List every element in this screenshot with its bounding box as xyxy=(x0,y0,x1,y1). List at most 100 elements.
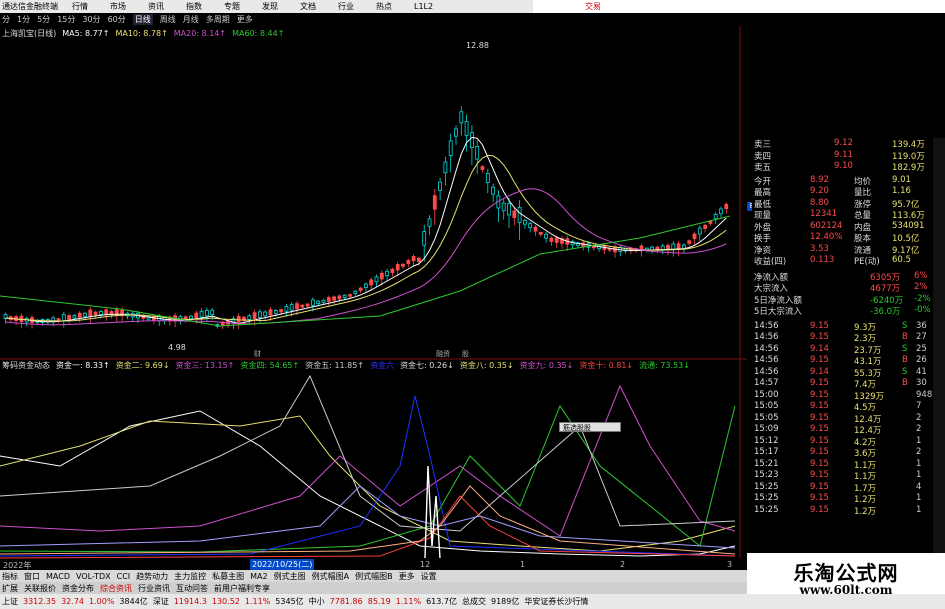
subtab-news[interactable]: 综合资讯 xyxy=(100,583,132,594)
indicator-name[interactable]: 筹码资金动态 xyxy=(2,360,50,371)
tab-test-main[interactable]: 例式主图 xyxy=(274,571,306,582)
tick-row: 15:09 9.15 12.4万 2 xyxy=(752,424,932,436)
candle-body xyxy=(93,311,98,316)
tick-price: 9.15 xyxy=(810,378,829,388)
tab-indicator[interactable]: 指标 xyxy=(2,571,18,582)
subtab-related[interactable]: 关联报价 xyxy=(24,583,56,594)
ask-label: 卖四 xyxy=(754,151,772,162)
candle-body xyxy=(236,315,241,323)
fund9: 资金九: 0.35↓ xyxy=(519,361,574,370)
candle-body xyxy=(305,303,310,307)
tab-vol[interactable]: VOL-TDX xyxy=(76,572,111,581)
subtab-qa[interactable]: 互动问答 xyxy=(176,583,208,594)
index-name[interactable]: 上证 xyxy=(2,596,18,607)
index-name[interactable]: 深证 xyxy=(153,596,169,607)
menu-news[interactable]: 资讯 xyxy=(148,1,164,12)
period-60min[interactable]: 60分 xyxy=(108,14,126,25)
date-m1: 1 xyxy=(520,560,526,569)
tick-price: 9.15 xyxy=(810,447,829,457)
candle-body xyxy=(443,161,448,174)
candlesticks xyxy=(3,106,729,330)
period-multi[interactable]: 多周期 xyxy=(206,14,230,25)
menu-quotes[interactable]: 行情 xyxy=(72,1,88,12)
subtab-industry-news[interactable]: 行业资讯 xyxy=(138,583,170,594)
index-name[interactable]: 中小 xyxy=(309,596,325,607)
indicator-legend: 筹码资金动态 资金一: 8.33↑ 资金二: 9.69↓ 资金三: 13.15↑… xyxy=(2,360,690,371)
main-chart-legend: 上海凯宝(日线) MA5: 8.77↑ MA10: 8.78↑ MA20: 8.… xyxy=(2,28,284,39)
tab-ma2[interactable]: MA2 xyxy=(250,572,267,581)
tick-count: 1 xyxy=(916,470,922,480)
period-1min[interactable]: 1分 xyxy=(17,14,30,25)
period-30min[interactable]: 30分 xyxy=(82,14,100,25)
tick-volume: 7.4万 xyxy=(854,380,877,390)
candle-body xyxy=(475,145,480,160)
index-chg: 85.19 xyxy=(367,597,391,606)
tick-volume: 1.2万 xyxy=(854,495,877,505)
event-marker-3[interactable]: 股 xyxy=(462,350,469,358)
menu-hot[interactable]: 热点 xyxy=(376,1,392,12)
candle-body xyxy=(210,309,215,316)
tab-private[interactable]: 私募主图 xyxy=(212,571,244,582)
period-tick[interactable]: 分 xyxy=(2,14,10,25)
period-monthly[interactable]: 月线 xyxy=(183,14,199,25)
period-5min[interactable]: 5分 xyxy=(37,14,50,25)
tick-volume: 4.5万 xyxy=(854,403,877,413)
tab-test-a[interactable]: 例式幅图A xyxy=(312,571,349,582)
tick-count: 2 xyxy=(916,424,922,434)
event-marker-2[interactable]: 融资 xyxy=(436,349,450,358)
candle-body xyxy=(713,213,718,220)
stat-label: 最高 xyxy=(754,188,772,198)
kline-chart-area[interactable]: 10.009.509.008.508.007.507.006.506.005.5… xyxy=(0,26,747,574)
subtab-extend[interactable]: 扩展 xyxy=(2,583,18,594)
candle-body xyxy=(687,240,692,244)
tick-volume: 4.2万 xyxy=(854,437,877,448)
menu-industry[interactable]: 行业 xyxy=(338,1,354,12)
tick-count: 36 xyxy=(916,320,927,331)
tab-cci[interactable]: CCI xyxy=(117,572,131,581)
menu-market[interactable]: 市场 xyxy=(110,1,126,12)
stat-label: 现量 xyxy=(754,211,772,221)
candle-body xyxy=(257,311,262,318)
event-marker-1[interactable]: 财 xyxy=(254,349,261,358)
flow-pct: -2% xyxy=(914,293,931,304)
tick-price: 9.15 xyxy=(810,332,829,342)
candle-body xyxy=(199,310,204,318)
tick-side: S xyxy=(902,366,908,377)
period-15min[interactable]: 15分 xyxy=(57,14,75,25)
subtab-welfare[interactable]: 前用户福利专享 xyxy=(214,583,270,594)
tab-macd[interactable]: MACD xyxy=(46,572,70,581)
menu-docs[interactable]: 文档 xyxy=(300,1,316,12)
menu-discover[interactable]: 发现 xyxy=(262,1,278,12)
candle-body xyxy=(517,207,522,223)
period-more[interactable]: 更多 xyxy=(237,14,253,25)
menu-l1l2[interactable]: L1L2 xyxy=(414,2,433,11)
candle-body xyxy=(310,299,315,306)
tick-row: 14:56 9.15 43.1万 B 26 xyxy=(752,355,932,367)
tick-row: 15:17 9.15 3.6万 2 xyxy=(752,447,932,459)
period-weekly[interactable]: 周线 xyxy=(160,14,176,25)
ask-row: 卖五 9.10 182.9万 xyxy=(752,161,932,173)
tick-price: 9.15 xyxy=(810,504,829,515)
period-daily[interactable]: 日线 xyxy=(132,14,153,25)
tick-time: 15:25 xyxy=(754,493,779,503)
tab-test-b[interactable]: 例式幅图B xyxy=(355,571,393,582)
indicator-line xyxy=(0,384,736,537)
tab-window[interactable]: 窗口 xyxy=(24,571,40,582)
index-chg: 130.52 xyxy=(211,597,240,606)
tab-main-monitor[interactable]: 主力监控 xyxy=(174,571,206,582)
date-highlight: 2022/10/25(二) xyxy=(250,559,315,570)
flow-value: -6240万 xyxy=(870,295,904,306)
fund8: 资金八: 0.35↓ xyxy=(459,361,514,370)
stat-value: 95.7亿 xyxy=(892,199,920,210)
menu-topics[interactable]: 专题 xyxy=(224,1,240,12)
tab-more[interactable]: 更多 xyxy=(399,571,415,582)
subtab-fund-dist[interactable]: 资金分布 xyxy=(62,583,94,594)
stock-picker-popup[interactable]: 筋选股股 xyxy=(559,422,621,432)
trade-button[interactable]: 交易 xyxy=(585,1,601,12)
tab-trend[interactable]: 趋势动力 xyxy=(136,571,168,582)
tab-settings[interactable]: 设置 xyxy=(421,571,437,582)
menu-index[interactable]: 指数 xyxy=(186,1,202,12)
index-chg: 32.74 xyxy=(61,597,84,606)
indicator-lines xyxy=(0,374,736,559)
candle-body xyxy=(385,270,390,277)
